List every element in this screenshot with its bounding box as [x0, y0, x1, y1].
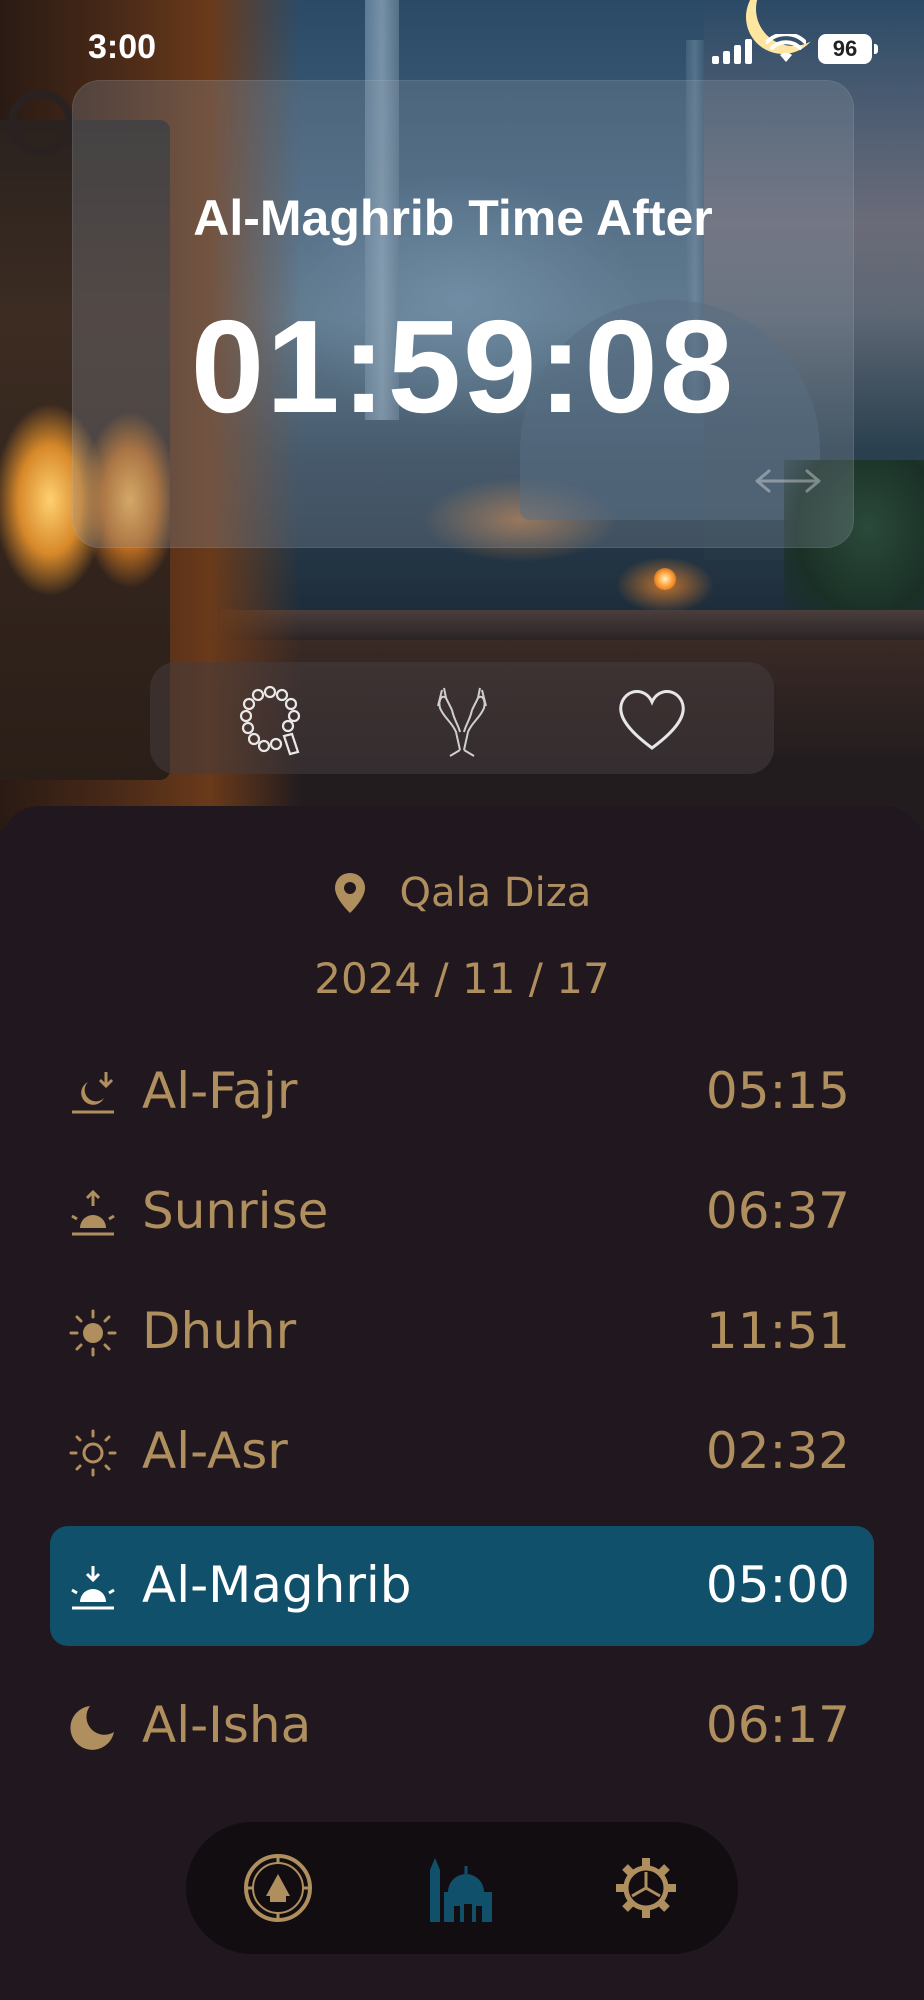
prayer-row-dhuhr[interactable]: Dhuhr 11:51	[50, 1272, 874, 1392]
prayer-name: Al-Fajr	[142, 1062, 298, 1120]
prayer-time: 06:17	[705, 1696, 850, 1754]
bottom-navigation	[186, 1822, 738, 1954]
crescent-moon-icon	[70, 1706, 114, 1750]
prayer-name: Al-Isha	[142, 1696, 312, 1754]
location-pin-icon	[334, 873, 365, 913]
prayer-name: Sunrise	[142, 1182, 329, 1240]
prayer-name: Al-Maghrib	[142, 1556, 412, 1614]
moon-dawn-icon	[72, 1072, 114, 1114]
prayer-row-asr[interactable]: Al-Asr 02:32	[50, 1392, 874, 1512]
sun-icon	[69, 1309, 117, 1357]
wifi-icon	[766, 34, 806, 62]
prayer-row-sunrise[interactable]: Sunrise 06:37	[50, 1152, 874, 1272]
prayer-time: 11:51	[705, 1302, 850, 1360]
swap-arrows-icon[interactable]	[753, 461, 823, 501]
countdown-card: Al-Maghrib Time After 01:59:08	[72, 80, 854, 548]
prayer-time: 05:15	[705, 1062, 850, 1120]
quick-actions-bar	[150, 662, 774, 774]
prayer-time: 06:37	[705, 1182, 850, 1240]
heart-icon[interactable]	[612, 680, 692, 760]
countdown-label: Al-Maghrib Time After	[193, 190, 713, 246]
sunrise-icon	[71, 1189, 115, 1236]
prayer-name: Al-Asr	[142, 1422, 288, 1480]
settings-gear-icon[interactable]	[610, 1852, 682, 1924]
mosque-icon[interactable]	[426, 1852, 498, 1924]
prayer-name: Dhuhr	[142, 1302, 297, 1360]
location[interactable]: Qala Diza	[0, 868, 924, 916]
battery-indicator: 96	[818, 34, 878, 64]
status-time: 3:00	[88, 28, 157, 66]
prayer-row-isha[interactable]: Al-Isha 06:17	[50, 1666, 874, 1786]
prayer-row-fajr[interactable]: Al-Fajr 05:15	[50, 1032, 874, 1152]
sunset-icon	[71, 1566, 115, 1610]
qibla-compass-icon[interactable]	[242, 1852, 314, 1924]
prayer-beads-icon[interactable]	[230, 680, 310, 760]
cellular-signal-icon	[712, 38, 754, 64]
prayer-time: 05:00	[705, 1556, 850, 1614]
countdown-timer: 01:59:08	[190, 293, 736, 440]
prayer-time: 02:32	[705, 1422, 850, 1480]
current-date: 2024 / 11 / 17	[314, 954, 610, 1003]
sun-outline-icon	[69, 1429, 117, 1477]
prayer-row-maghrib[interactable]: Al-Maghrib 05:00	[50, 1526, 874, 1646]
praying-hands-icon[interactable]	[422, 680, 502, 760]
location-name: Qala Diza	[399, 870, 592, 916]
prayer-times-sheet: Qala Diza 2024 / 11 / 17 Al-Fajr 05:15 S…	[0, 806, 924, 2000]
